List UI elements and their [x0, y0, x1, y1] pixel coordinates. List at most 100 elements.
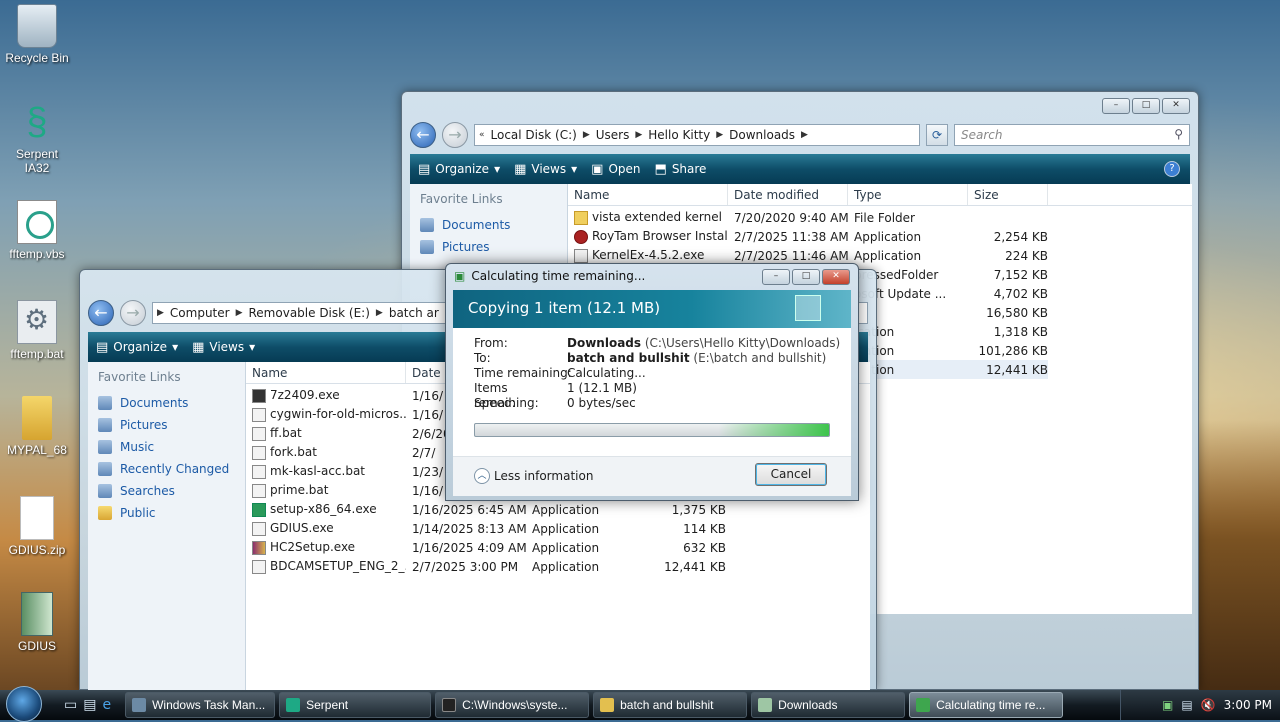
breadcrumb-item[interactable]: Users	[596, 128, 630, 142]
less-information-toggle[interactable]: ︿ Less information	[474, 468, 593, 484]
favorite-links-title: Favorite Links	[420, 192, 503, 206]
forward-button[interactable]: →	[120, 300, 146, 326]
table-row[interactable]: HC2Setup.exe 1/16/2025 4:09 AM Application…	[246, 538, 726, 557]
column-type[interactable]: Type	[848, 184, 968, 205]
column-date[interactable]: Date modified	[728, 184, 848, 205]
table-row[interactable]: BDCAMSETUP_ENG_2_... 2/7/2025 3:00 PM Appl…	[246, 557, 726, 576]
show-desktop-icon[interactable]: ▭	[64, 697, 77, 713]
maximize-button[interactable]: □	[1132, 98, 1160, 114]
table-row-selected[interactable]: ication 12,441 KB	[848, 360, 1048, 379]
chevron-right-icon[interactable]: ▶	[157, 308, 164, 318]
taskbar-button-downloads[interactable]: Downloads	[751, 692, 906, 718]
minimize-button[interactable]: –	[762, 269, 790, 285]
table-row[interactable]: ication 1,318 KB	[848, 322, 1048, 341]
nav-item-documents[interactable]: Documents	[410, 214, 567, 236]
views-button[interactable]: ▦ Views ▾	[514, 162, 577, 177]
breadcrumb-item[interactable]: Local Disk (C:)	[491, 128, 577, 142]
table-row[interactable]: osoft Update ... 4,702 KB	[848, 284, 1048, 303]
views-label: Views	[531, 162, 567, 176]
minimize-button[interactable]: –	[1102, 98, 1130, 114]
taskbar-button-cmd[interactable]: C:\Windows\syste...	[435, 692, 590, 718]
column-name[interactable]: Name	[246, 362, 406, 383]
help-icon[interactable]: ?	[1164, 161, 1180, 177]
chevron-right-icon[interactable]: ▶	[635, 130, 642, 140]
address-bar[interactable]: « Local Disk (C:) ▶ Users ▶ Hello Kitty ▶ D…	[474, 124, 920, 146]
breadcrumb-overflow-icon[interactable]: «	[479, 130, 485, 140]
chevron-right-icon[interactable]: ▶	[376, 308, 383, 318]
nav-item-music[interactable]: Music	[88, 436, 245, 458]
views-button[interactable]: ▦ Views ▾	[192, 340, 255, 355]
breadcrumb-item[interactable]: batch ar	[389, 306, 439, 320]
breadcrumb-item[interactable]: Removable Disk (E:)	[249, 306, 370, 320]
desktop-icon-label: GDIUS.zip	[8, 543, 66, 557]
nav-item-public[interactable]: Public	[88, 502, 245, 524]
column-size[interactable]: Size	[968, 184, 1048, 205]
organize-button[interactable]: ▤ Organize ▾	[96, 340, 178, 355]
chevron-up-icon: ︿	[474, 468, 490, 484]
navigation-pane: Favorite Links Documents Pictures Music …	[88, 362, 246, 691]
table-row[interactable]: GDIUS.exe 1/14/2025 8:13 AM Application 114…	[246, 519, 726, 538]
copy-progress-dialog[interactable]: ▣ Calculating time remaining... – □ ✕ Co…	[445, 263, 859, 501]
close-button[interactable]: ✕	[1162, 98, 1190, 114]
desktop-icon-serpent[interactable]: § Serpent IA32	[2, 100, 72, 175]
chevron-right-icon[interactable]: ▶	[716, 130, 723, 140]
search-icon[interactable]: ⚲	[1174, 127, 1183, 141]
open-button[interactable]: ▣ Open	[591, 162, 640, 177]
folder-icon	[22, 396, 52, 440]
back-button[interactable]: ←	[410, 122, 436, 148]
desktop-icon-recycle-bin[interactable]: Recycle Bin	[2, 4, 72, 65]
chevron-right-icon[interactable]: ▶	[801, 130, 808, 140]
clock[interactable]: 3:00 PM	[1224, 698, 1272, 712]
taskbar-button-copy-dialog[interactable]: Calculating time re...	[909, 692, 1064, 718]
breadcrumb-item[interactable]: Hello Kitty	[648, 128, 710, 142]
table-row[interactable]: pressedFolder 7,152 KB	[848, 265, 1048, 284]
close-button[interactable]: ✕	[822, 269, 850, 285]
maximize-button[interactable]: □	[792, 269, 820, 285]
internet-explorer-icon[interactable]: e	[102, 697, 111, 713]
taskbar-button-label: Serpent	[306, 698, 349, 712]
desktop-icon-gdius[interactable]: GDIUS	[2, 592, 72, 653]
share-button[interactable]: ⬒ Share	[655, 162, 707, 177]
desktop-icon-fftemp-bat[interactable]: fftemp.bat	[2, 300, 72, 361]
nav-item-pictures[interactable]: Pictures	[410, 236, 567, 258]
organize-label: Organize	[435, 162, 490, 176]
nav-item-documents[interactable]: Documents	[88, 392, 245, 414]
chevron-right-icon[interactable]: ▶	[583, 130, 590, 140]
breadcrumb-item[interactable]: Downloads	[729, 128, 795, 142]
taskbar-button-task-manager[interactable]: Windows Task Man...	[125, 692, 276, 718]
taskbar-button-serpent[interactable]: Serpent	[279, 692, 432, 718]
table-row[interactable]: setup-x86_64.exe 1/16/2025 6:45 AM Applica…	[246, 500, 726, 519]
desktop-icon-mypal[interactable]: MYPAL_68	[2, 396, 72, 457]
desktop-icon-fftemp-vbs[interactable]: fftemp.vbs	[2, 200, 72, 261]
organize-button[interactable]: ▤ Organize ▾	[418, 162, 500, 177]
nav-item-pictures[interactable]: Pictures	[88, 414, 245, 436]
desktop-icon-gdius-zip[interactable]: GDIUS.zip	[2, 496, 72, 557]
refresh-icon[interactable]: ⟳	[926, 124, 948, 146]
forward-button[interactable]: →	[442, 122, 468, 148]
to-label: To:	[474, 351, 491, 365]
progress-marquee	[719, 424, 829, 436]
table-row[interactable]: le 16,580 KB	[848, 303, 1048, 322]
start-button[interactable]	[0, 686, 42, 722]
table-row[interactable]: vista extended kernel 7/20/2020 9:40 AM …	[568, 208, 1048, 227]
column-header-row: Name Date modified Type Size	[568, 184, 1192, 206]
search-input[interactable]: Search ⚲	[954, 124, 1190, 146]
cancel-button[interactable]: Cancel	[755, 463, 827, 486]
network-icon[interactable]: ▤	[1181, 698, 1192, 712]
nav-item-recently-changed[interactable]: Recently Changed	[88, 458, 245, 480]
file-size: 1,375 KB	[671, 502, 726, 517]
volume-muted-icon[interactable]: 🔇	[1201, 698, 1216, 712]
table-row[interactable]: RoyTam Browser Instal... 2/7/2025 11:38 …	[568, 227, 1048, 246]
file-date: 2/7/2025 11:38 AM	[734, 229, 848, 244]
file-size: 1,318 KB	[993, 324, 1048, 339]
tray-app-icon[interactable]: ▣	[1162, 698, 1173, 712]
breadcrumb-item[interactable]: Computer	[170, 306, 230, 320]
chevron-right-icon[interactable]: ▶	[236, 308, 243, 318]
column-name[interactable]: Name	[568, 184, 728, 205]
file-size: 12,441 KB	[986, 362, 1048, 377]
nav-item-searches[interactable]: Searches	[88, 480, 245, 502]
switch-windows-icon[interactable]: ▤	[83, 697, 96, 713]
taskbar-button-batch-folder[interactable]: batch and bullshit	[593, 692, 748, 718]
back-button[interactable]: ←	[88, 300, 114, 326]
table-row[interactable]: ication 101,286 KB	[848, 341, 1048, 360]
